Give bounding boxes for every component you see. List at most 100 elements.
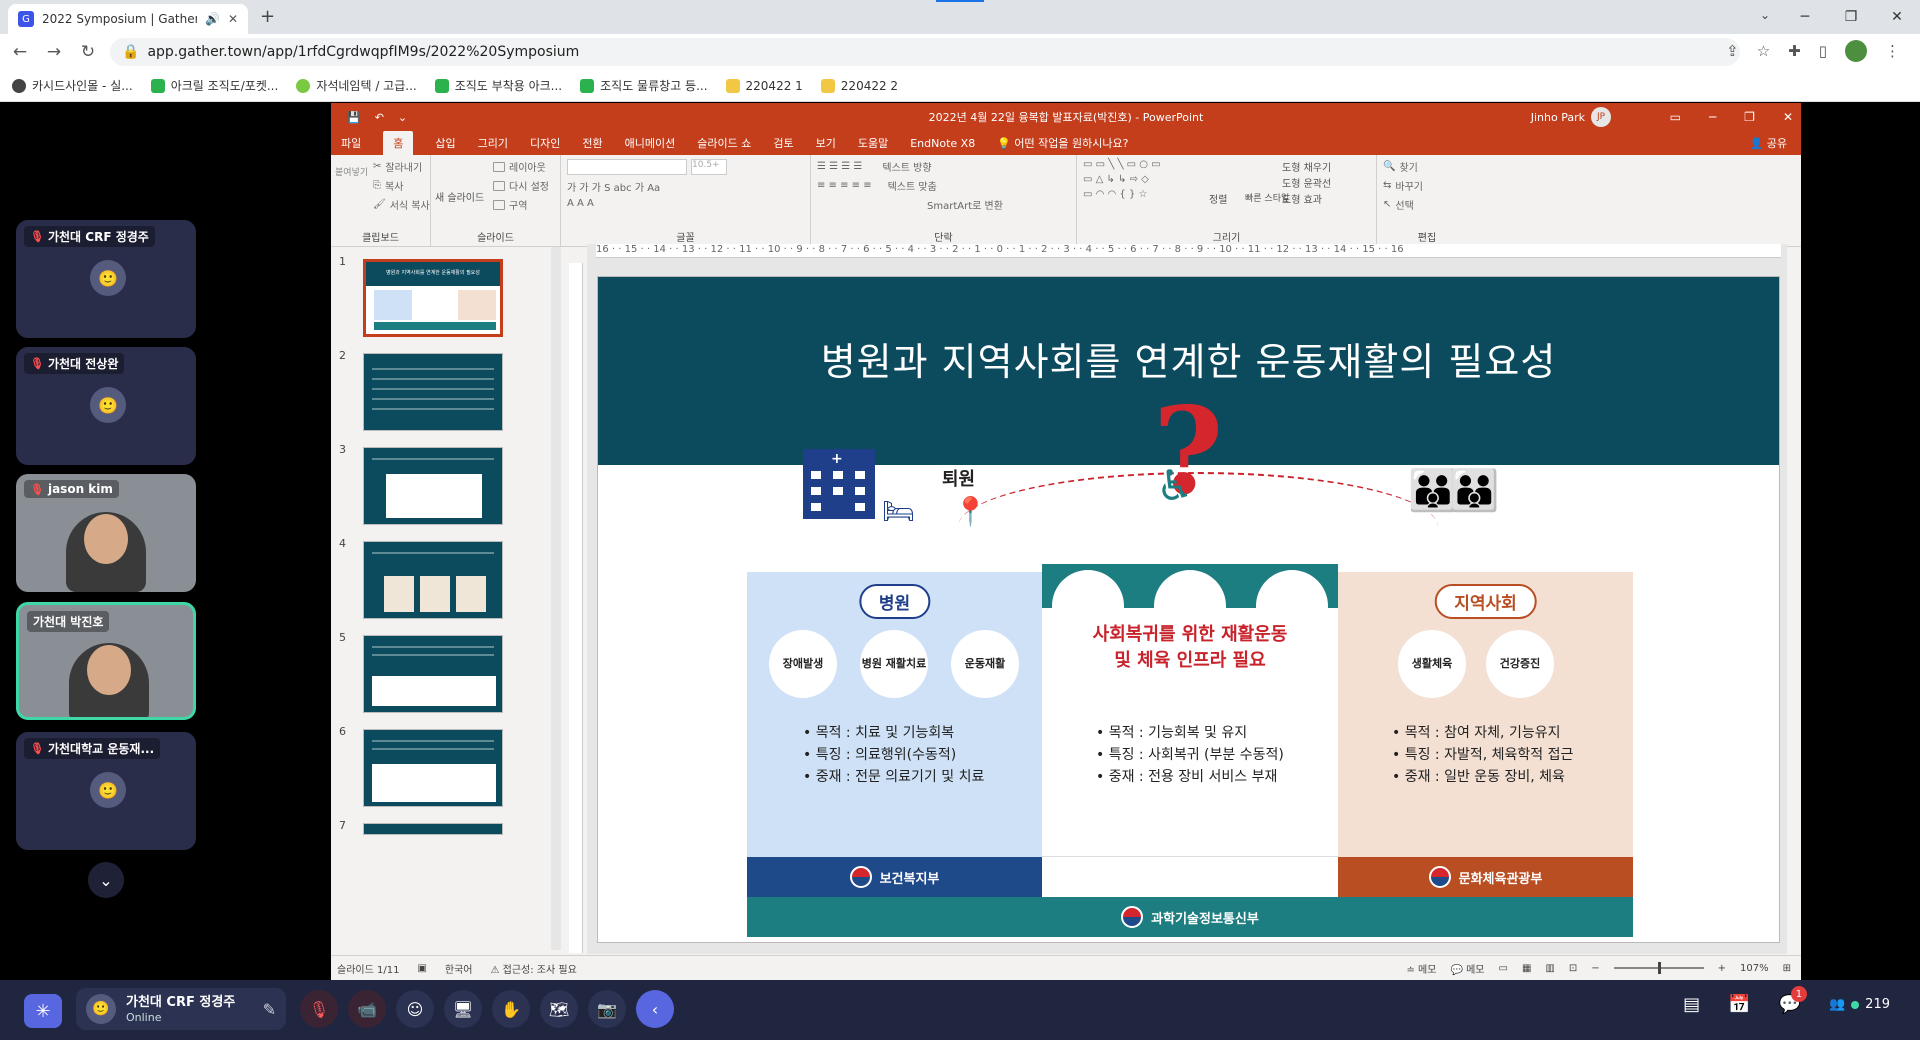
tab-design[interactable]: 디자인 — [530, 135, 560, 151]
tab-help[interactable]: 도움말 — [858, 135, 888, 151]
reset-button[interactable]: 다시 설정 — [493, 178, 554, 193]
user-status-card[interactable]: 🙂 가천대 CRF 정경주 Online ✎ — [76, 988, 286, 1030]
slideshow-view-icon[interactable]: ⊡ — [1569, 963, 1577, 974]
map-button[interactable]: 🗺 — [540, 990, 578, 1028]
ppt-user[interactable]: Jinho Park JP — [1531, 107, 1611, 127]
accessibility-status[interactable]: ⚠ 접근성: 조사 필요 — [491, 961, 577, 976]
url-input[interactable]: 🔒 app.gather.town/app/1rfdCgrdwqpfIM9s/2… — [110, 38, 1740, 66]
browser-tab[interactable]: G 2022 Symposium | Gather 🔊 ✕ — [8, 4, 248, 34]
replace-button[interactable]: ⇆ 바꾸기 — [1383, 178, 1471, 193]
participant-tile[interactable]: 🎙 가천대 CRF 정경주 🙂 — [16, 220, 196, 338]
new-tab-button[interactable]: + — [260, 6, 275, 27]
forward-icon[interactable]: → — [40, 42, 68, 62]
edit-pencil-icon[interactable]: ✎ — [263, 1000, 276, 1019]
bookmark-item[interactable]: 아크릴 조직도/포켓... — [150, 77, 278, 94]
zoom-slider[interactable] — [1613, 962, 1704, 974]
font-size-select[interactable]: 10.5+ — [691, 159, 727, 175]
current-slide[interactable]: 병원과 지역사회를 연계한 운동재활의 필요성 ? + 🛏 퇴원 📍 ♿ 👪👪 … — [597, 276, 1780, 943]
tab-view[interactable]: 보기 — [816, 135, 836, 151]
shape-outline-button[interactable]: 도형 윤곽선 — [1282, 175, 1331, 190]
normal-view-icon[interactable]: ▭ — [1498, 963, 1507, 974]
tab-home[interactable]: 홈 — [383, 131, 414, 155]
participant-tile[interactable]: 🎙 가천대 전상완 🙂 — [16, 347, 196, 465]
find-button[interactable]: 🔍 찾기 — [1383, 159, 1471, 174]
tab-animations[interactable]: 애니메이션 — [625, 135, 676, 151]
sorter-view-icon[interactable]: ▦ — [1522, 963, 1531, 974]
zoom-in-icon[interactable]: + — [1718, 963, 1726, 974]
copy-button[interactable]: ⎘ 복사 — [373, 178, 424, 193]
sidepanel-icon[interactable]: ▯ — [1819, 42, 1827, 60]
chat-button[interactable]: 💬 1 — [1779, 986, 1807, 1015]
spellcheck-icon[interactable]: ▣ — [417, 963, 426, 974]
gather-menu-button[interactable]: ✳ — [24, 994, 62, 1028]
minimize-icon[interactable]: ─ — [1709, 110, 1716, 124]
reading-view-icon[interactable]: ▥ — [1545, 963, 1554, 974]
bookmark-item[interactable]: 카시드사인몰 - 실... — [12, 77, 133, 94]
participants-button[interactable]: 👥 219 — [1829, 997, 1890, 1012]
presentation-icon[interactable]: ▤ — [1683, 994, 1700, 1015]
screenshare-button[interactable]: 🖥 — [444, 990, 482, 1028]
comments-button[interactable]: 💬 메모 — [1450, 961, 1484, 976]
collapse-button[interactable]: ‹ — [636, 990, 674, 1028]
share-button[interactable]: 👤 공유 — [1750, 135, 1787, 151]
reload-icon[interactable]: ↻ — [74, 42, 102, 62]
notes-button[interactable]: ≐ 메모 — [1406, 961, 1436, 976]
language-status[interactable]: 한국어 — [445, 961, 473, 976]
profile-avatar[interactable] — [1845, 40, 1867, 62]
tab-file[interactable]: 파일 — [341, 135, 361, 151]
new-slide-button[interactable]: 새 슬라이드 — [435, 189, 484, 204]
calendar-icon[interactable]: 📅 — [1728, 994, 1750, 1015]
shape-fill-button[interactable]: 도형 채우기 — [1282, 159, 1331, 174]
font-family-select[interactable] — [567, 159, 687, 175]
cut-button[interactable]: ✂ 잘라내기 — [373, 159, 424, 174]
back-icon[interactable]: ← — [6, 42, 34, 62]
tab-endnote[interactable]: EndNote X8 — [910, 137, 975, 150]
bookmark-star-icon[interactable]: ☆ — [1757, 42, 1770, 60]
hand-raise-button[interactable]: ✋ — [492, 990, 530, 1028]
participant-tile[interactable]: 🎙 가천대학교 운동재... 🙂 — [16, 732, 196, 850]
tab-slideshow[interactable]: 슬라이드 쇼 — [697, 135, 751, 151]
camera-toggle-button[interactable]: 📹 — [348, 990, 386, 1028]
tab-draw[interactable]: 그리기 — [478, 135, 508, 151]
zoom-out-icon[interactable]: − — [1591, 963, 1599, 974]
layout-button[interactable]: 레이아웃 — [493, 159, 554, 174]
restore-icon[interactable]: ❐ — [1744, 110, 1755, 124]
ribbon-display-icon[interactable]: ▭ — [1670, 110, 1681, 124]
hospital-bed-icon: 🛏 — [882, 497, 916, 527]
share-icon[interactable]: ⇪ — [1726, 42, 1739, 60]
bookmark-item[interactable]: 조직도 부착용 아크... — [434, 77, 562, 94]
paste-button[interactable]: 붙여넣기 — [335, 165, 368, 178]
camera-capture-button[interactable]: 📷 — [588, 990, 626, 1028]
extensions-icon[interactable]: ✚ — [1788, 42, 1801, 60]
close-window-icon[interactable]: ✕ — [1874, 0, 1920, 34]
tab-search-icon[interactable]: ⌄ — [1760, 8, 1770, 22]
shape-effects-button[interactable]: 도형 효과 — [1282, 191, 1322, 206]
mic-toggle-button[interactable]: 🎙 — [300, 990, 338, 1028]
emote-button[interactable]: ☺ — [396, 990, 434, 1028]
zoom-level[interactable]: 107% — [1740, 963, 1769, 974]
menu-kebab-icon[interactable]: ⋮ — [1885, 42, 1900, 60]
fit-slide-icon[interactable]: ⊞ — [1783, 963, 1791, 974]
tab-insert[interactable]: 삽입 — [435, 135, 455, 151]
participant-video-tile-active[interactable]: 가천대 박진호 — [16, 602, 196, 720]
speaker-icon[interactable]: 🔊 — [205, 12, 220, 26]
slides-group: 레이아웃 다시 설정 구역 새 슬라이드 슬라이드 — [431, 155, 561, 246]
bookmark-folder[interactable]: 220422 2 — [820, 78, 898, 93]
arrange-button[interactable]: 정렬 — [1209, 191, 1227, 206]
bookmark-item[interactable]: 조직도 물류창고 등... — [580, 77, 708, 94]
select-button[interactable]: ↖ 선택 — [1383, 197, 1471, 212]
bookmark-folder[interactable]: 220422 1 — [725, 78, 803, 93]
section-button[interactable]: 구역 — [493, 197, 554, 212]
tab-transitions[interactable]: 전환 — [582, 135, 602, 151]
format-painter-button[interactable]: 🖌 서식 복사 — [373, 197, 430, 212]
expand-participants-button[interactable]: ⌄ — [88, 862, 124, 898]
tab-review[interactable]: 검토 — [773, 135, 793, 151]
thumbnail-scrollbar[interactable] — [551, 247, 561, 950]
restore-icon[interactable]: ❐ — [1828, 0, 1874, 34]
minimize-icon[interactable]: ─ — [1782, 0, 1828, 34]
tell-me-box[interactable]: 💡 어떤 작업을 원하시나요? — [997, 135, 1128, 151]
close-icon[interactable]: ✕ — [1783, 110, 1793, 124]
close-tab-icon[interactable]: ✕ — [228, 12, 238, 26]
bookmark-item[interactable]: 자석네임텍 / 고급... — [296, 77, 417, 94]
participant-video-tile[interactable]: 🎙 jason kim — [16, 474, 196, 592]
